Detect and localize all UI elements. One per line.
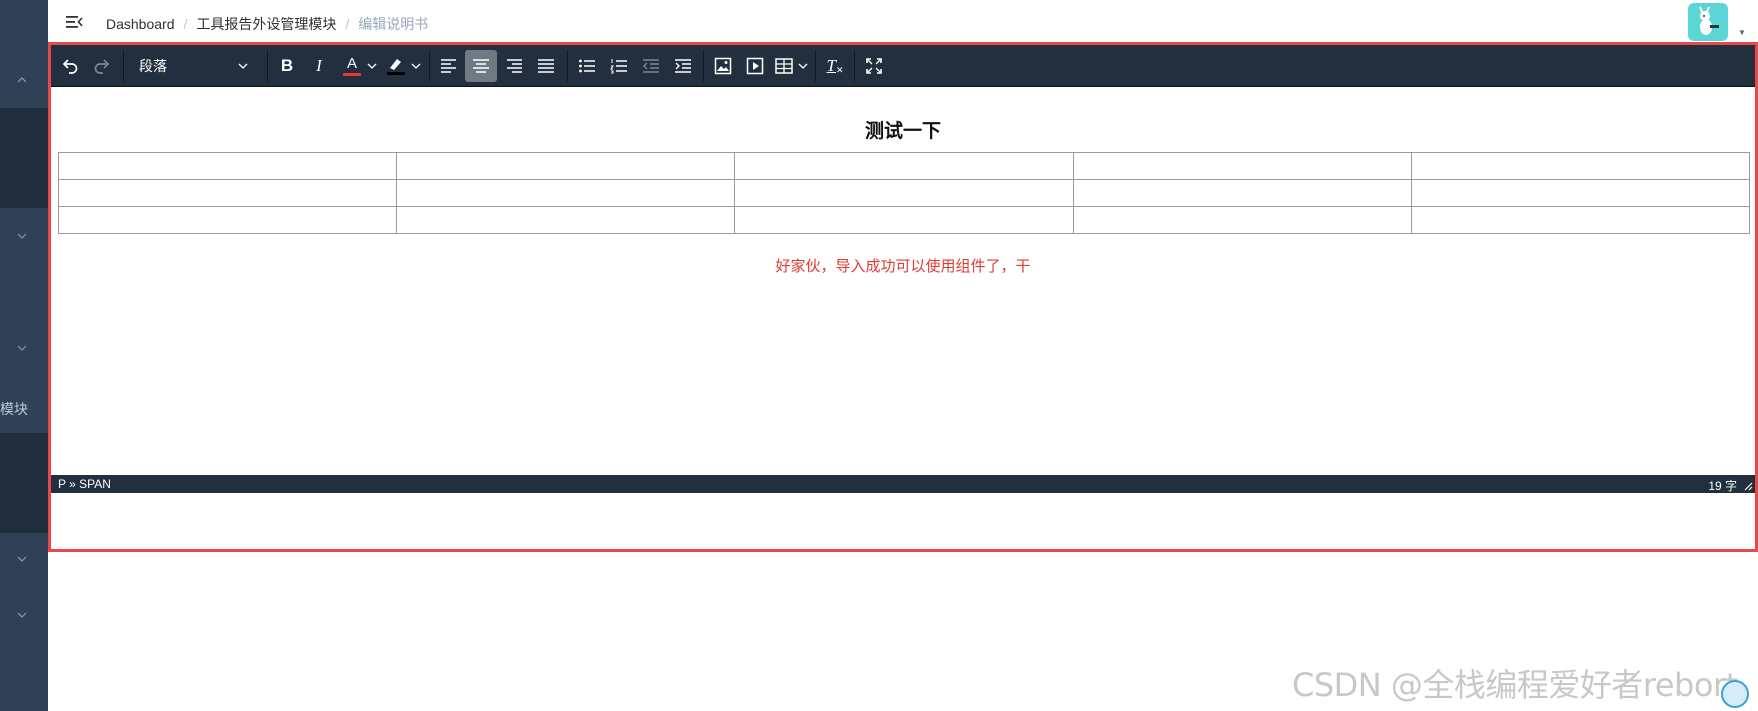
- text-color-label: A: [346, 54, 357, 72]
- table-cell[interactable]: [734, 152, 1074, 180]
- text-color-swatch: [343, 72, 361, 76]
- breadcrumb-dashboard[interactable]: Dashboard: [106, 16, 175, 32]
- image-icon[interactable]: [708, 50, 738, 82]
- word-count[interactable]: 19 字: [1708, 477, 1737, 494]
- avatar[interactable]: [1688, 3, 1728, 41]
- align-right-icon[interactable]: [499, 50, 529, 82]
- help-icon[interactable]: [1721, 680, 1749, 708]
- table-row: [57, 206, 1751, 234]
- chevron-down-icon[interactable]: [796, 50, 810, 82]
- sidebar-item-module-label[interactable]: 模块: [0, 399, 48, 419]
- bullet-list-icon[interactable]: [572, 50, 602, 82]
- chevron-up-icon[interactable]: [16, 74, 28, 86]
- table-cell[interactable]: [734, 179, 1074, 207]
- caret-down-icon[interactable]: ▼: [1738, 28, 1746, 37]
- table-cell[interactable]: [1410, 179, 1751, 207]
- sidebar-submenu-open: [0, 433, 48, 533]
- x-icon: ✕: [835, 64, 844, 75]
- document-heading: 测试一下: [864, 121, 941, 142]
- table-cell[interactable]: [57, 179, 398, 207]
- hamburger-menu-icon[interactable]: [64, 12, 84, 32]
- chevron-down-icon[interactable]: [16, 230, 28, 242]
- table-cell[interactable]: [57, 152, 398, 180]
- chevron-down-icon[interactable]: [16, 553, 28, 565]
- breadcrumb-current: 编辑说明书: [358, 16, 429, 32]
- table-icon[interactable]: [772, 50, 796, 82]
- redo-icon[interactable]: [87, 50, 117, 82]
- element-path[interactable]: P » SPAN: [58, 477, 111, 491]
- highlight-icon[interactable]: [383, 50, 409, 82]
- toolbar-divider: [567, 50, 568, 82]
- undo-icon[interactable]: [55, 50, 85, 82]
- chevron-down-icon[interactable]: [365, 50, 379, 82]
- editor-statusbar: P » SPAN 19 字: [51, 475, 1755, 493]
- numbered-list-icon[interactable]: [604, 50, 634, 82]
- indent-icon[interactable]: [668, 50, 698, 82]
- text-color-icon[interactable]: A: [339, 50, 365, 82]
- watermark: CSDN @全栈编程爱好者rebort: [1292, 666, 1738, 704]
- editor-content[interactable]: 测试一下 好家伙，导入成功可以使用组件了，干: [51, 88, 1755, 475]
- table-cell[interactable]: [734, 206, 1074, 234]
- italic-icon[interactable]: I: [304, 50, 334, 82]
- table-cell[interactable]: [57, 206, 398, 234]
- toolbar-divider: [267, 50, 268, 82]
- fullscreen-icon[interactable]: [859, 50, 889, 82]
- breadcrumb-module[interactable]: 工具报告外设管理模块: [196, 16, 336, 32]
- toolbar-divider: [815, 50, 816, 82]
- chevron-down-icon[interactable]: [16, 342, 28, 354]
- editor-toolbar: 段落 B I A T ✕: [51, 45, 1755, 87]
- table-cell[interactable]: [396, 152, 736, 180]
- toolbar-divider: [703, 50, 704, 82]
- toolbar-divider: [854, 50, 855, 82]
- block-format-select[interactable]: 段落: [129, 50, 259, 82]
- document-paragraph: 好家伙，导入成功可以使用组件了，干: [775, 258, 1031, 275]
- chevron-down-icon: [237, 59, 249, 75]
- table-cell[interactable]: [1410, 206, 1751, 234]
- navbar: Dashboard / 工具报告外设管理模块 / 编辑说明书 ▼: [48, 0, 1758, 44]
- align-left-icon[interactable]: [434, 50, 464, 82]
- block-format-value: 段落: [139, 58, 167, 74]
- rich-text-editor: 段落 B I A T ✕ 测试一下 好家伙，导入成功可以使用组件了，干 P » …: [48, 42, 1758, 552]
- bold-icon[interactable]: B: [272, 50, 302, 82]
- toolbar-divider: [429, 50, 430, 82]
- align-center-icon[interactable]: [465, 50, 497, 82]
- document-table[interactable]: [57, 152, 1751, 234]
- align-justify-icon[interactable]: [531, 50, 561, 82]
- clear-format-label: T: [826, 56, 836, 75]
- table-cell[interactable]: [1072, 206, 1412, 234]
- chevron-down-icon[interactable]: [409, 50, 423, 82]
- table-cell[interactable]: [396, 179, 736, 207]
- table-cell[interactable]: [396, 206, 736, 234]
- table-cell[interactable]: [1410, 152, 1751, 180]
- table-cell[interactable]: [1072, 179, 1412, 207]
- table-cell[interactable]: [1072, 152, 1412, 180]
- breadcrumb: Dashboard / 工具报告外设管理模块 / 编辑说明书: [106, 16, 429, 32]
- table-row: [57, 179, 1751, 207]
- resize-handle-icon[interactable]: [1743, 480, 1753, 491]
- toolbar-divider: [123, 50, 124, 82]
- table-row: [57, 152, 1751, 180]
- outdent-icon[interactable]: [636, 50, 666, 82]
- chevron-down-icon[interactable]: [16, 609, 28, 621]
- media-icon[interactable]: [740, 50, 770, 82]
- clear-format-icon[interactable]: T ✕: [820, 50, 850, 82]
- sidebar: 模块: [0, 0, 48, 711]
- highlight-swatch: [387, 72, 405, 75]
- sidebar-submenu-open: [0, 108, 48, 208]
